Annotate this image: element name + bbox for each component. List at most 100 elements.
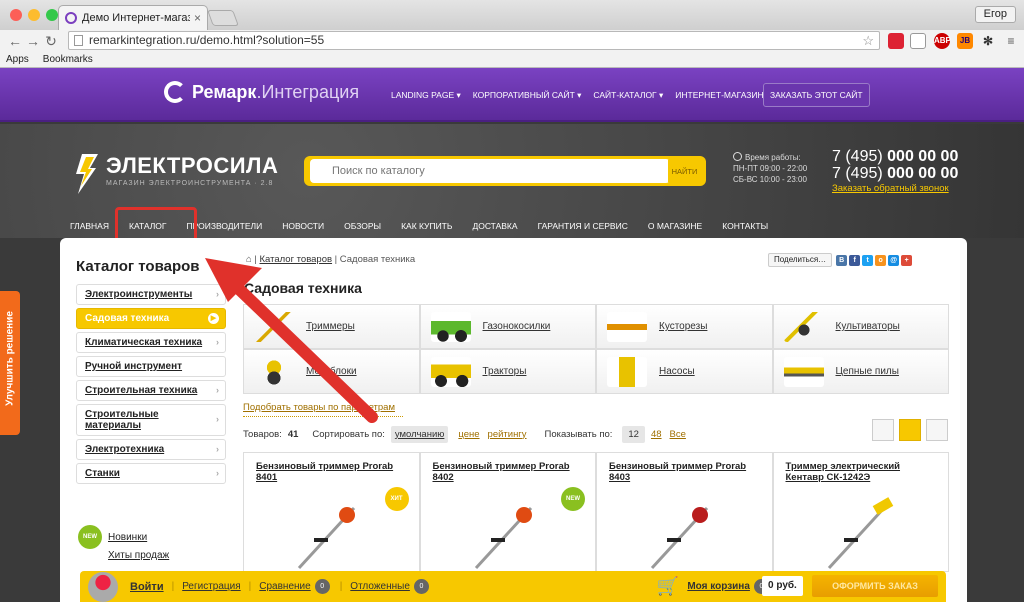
share-block: Поделиться… B f t o @ + [768, 253, 914, 267]
checkout-button[interactable]: ОФОРМИТЬ ЗАКАЗ [812, 575, 938, 597]
remark-logo-rest: .Интеграция [256, 81, 360, 102]
category-electrical[interactable]: Электротехника › [76, 439, 226, 460]
list-view-icon[interactable] [872, 419, 894, 441]
twitter-icon[interactable]: t [862, 254, 874, 266]
filter-divider [243, 416, 403, 417]
subcategory-hedge-trimmers[interactable]: Кусторезы [596, 304, 773, 349]
nav-reviews[interactable]: ОБЗОРЫ [344, 221, 381, 231]
nav-how-to-buy[interactable]: КАК КУПИТЬ [401, 221, 452, 231]
store-name: ЭЛЕКТРОСИЛА [106, 153, 279, 178]
googleplus-icon[interactable]: + [901, 254, 913, 266]
browser-tab[interactable]: Демо Интернет-магазин × [58, 5, 208, 30]
jetbrains-icon[interactable]: JB [957, 33, 973, 49]
product-card[interactable]: Бензиновый триммер Prorab 8402 NEW [419, 452, 596, 572]
nav-about[interactable]: О МАГАЗИНЕ [648, 221, 702, 231]
chevron-right-icon: › [216, 288, 219, 299]
vk-icon[interactable]: B [836, 254, 848, 266]
nav-delivery[interactable]: ДОСТАВКА [472, 221, 517, 231]
table-view-icon[interactable] [926, 419, 948, 441]
forward-icon[interactable]: → [24, 33, 42, 49]
breadcrumb-catalog[interactable]: Каталог товаров [260, 254, 333, 265]
menu-icon[interactable]: ≡ [1003, 33, 1019, 49]
improve-solution-tab[interactable]: Улучшить решение [0, 291, 20, 435]
facebook-icon[interactable]: f [849, 254, 861, 266]
category-hand-tools[interactable]: Ручной инструмент [76, 356, 226, 377]
product-name[interactable]: Бензиновый триммер Prorab 8403 [609, 461, 746, 483]
product-card[interactable]: Бензиновый триммер Prorab 8403 [596, 452, 773, 572]
subcategory-cultivators[interactable]: Культиваторы [772, 304, 949, 349]
page-size-all[interactable]: Все [670, 429, 686, 440]
remark-nav-corporate[interactable]: КОРПОРАТИВНЫЙ САЙТ ▾ [473, 90, 582, 101]
remark-logo-icon [164, 81, 186, 103]
search-input[interactable] [310, 159, 670, 183]
user-profile-button[interactable]: Егор [974, 6, 1016, 23]
remark-nav-landing[interactable]: LANDING PAGE ▾ [391, 90, 461, 101]
new-items-link[interactable]: NEW Новинки [78, 525, 169, 549]
product-card[interactable]: Бензиновый триммер Prorab 8401 ХИТ [243, 452, 420, 572]
subcategory-chainsaws[interactable]: Цепные пилы [772, 349, 949, 394]
browser-tabbar: Демо Интернет-магазин × Егор [0, 0, 1024, 30]
bestsellers-link[interactable]: Хиты продаж [78, 550, 169, 561]
product-name[interactable]: Бензиновый триммер Prorab 8401 [256, 461, 393, 483]
extension-mail-icon[interactable] [910, 33, 926, 49]
remark-nav-catalog-site[interactable]: САЙТ-КАТАЛОГ ▾ [593, 90, 663, 101]
remark-nav-eshop[interactable]: ИНТЕРНЕТ-МАГАЗИН ▾ [675, 90, 770, 101]
remark-logo[interactable]: Ремарк .Интеграция [164, 81, 359, 103]
zoom-window-icon[interactable] [46, 9, 58, 21]
apps-bookmark[interactable]: Apps [6, 54, 29, 65]
reload-icon[interactable]: ↻ [42, 33, 60, 50]
category-construction-equipment[interactable]: Строительная техника › [76, 380, 226, 401]
category-garden[interactable]: Садовая техника ▶ [76, 308, 226, 329]
category-power-tools[interactable]: Электроинструменты › [76, 284, 226, 305]
subcategory-tractors[interactable]: Тракторы [419, 349, 596, 394]
lightning-bolt-icon [76, 154, 98, 194]
bug-icon[interactable]: ✻ [980, 33, 996, 49]
nav-home[interactable]: ГЛАВНАЯ [70, 221, 109, 231]
nav-contacts[interactable]: КОНТАКТЫ [722, 221, 768, 231]
deferred-link[interactable]: Отложенные [350, 581, 410, 592]
nav-news[interactable]: НОВОСТИ [282, 221, 324, 231]
subcategory-trimmers[interactable]: Триммеры [243, 304, 420, 349]
minimize-window-icon[interactable] [28, 9, 40, 21]
page-size-48[interactable]: 48 [651, 429, 662, 440]
adblock-icon[interactable]: ABP [934, 33, 951, 49]
extension-red-icon[interactable] [888, 33, 904, 49]
odnoklassniki-icon[interactable]: o [875, 254, 887, 266]
home-icon[interactable]: ⌂ [246, 254, 252, 265]
mailru-icon[interactable]: @ [888, 254, 900, 266]
bookmarks-folder[interactable]: Bookmarks [43, 54, 93, 65]
sort-default[interactable]: умолчанию [390, 425, 449, 443]
page-icon [74, 35, 83, 46]
product-name[interactable]: Триммер электрический Кентавр СК-1242Э [786, 461, 901, 483]
sort-price[interactable]: цене [458, 429, 479, 440]
subcategory-lawnmowers[interactable]: Газонокосилки [419, 304, 596, 349]
order-site-button[interactable]: ЗАКАЗАТЬ ЭТОТ САЙТ [763, 83, 870, 107]
page-size-12[interactable]: 12 [622, 425, 645, 443]
address-bar[interactable]: remarkintegration.ru/demo.html?solution=… [68, 31, 880, 50]
login-link[interactable]: Войти [130, 581, 164, 593]
grid-view-icon[interactable] [899, 419, 921, 441]
register-link[interactable]: Регистрация [182, 581, 240, 592]
subcategory-motoblocks[interactable]: Мотоблоки [243, 349, 420, 394]
cart-link[interactable]: Моя корзина [687, 581, 750, 592]
category-machines[interactable]: Станки › [76, 463, 226, 484]
product-card[interactable]: Триммер электрический Кентавр СК-1242Э [772, 452, 949, 572]
nav-manufacturers[interactable]: ПРОИЗВОДИТЕЛИ [187, 221, 263, 231]
category-climate[interactable]: Климатическая техника › [76, 332, 226, 353]
nav-warranty[interactable]: ГАРАНТИЯ И СЕРВИС [538, 221, 628, 231]
search-button[interactable]: НАЙТИ [668, 160, 701, 182]
subcategory-pumps[interactable]: Насосы [596, 349, 773, 394]
callback-link[interactable]: Заказать обратный звонок [832, 183, 958, 194]
close-tab-icon[interactable]: × [194, 11, 201, 25]
store-logo[interactable]: ЭЛЕКТРОСИЛА МАГАЗИН ЭЛЕКТРОИНСТРУМЕНТА ·… [72, 154, 278, 194]
share-button[interactable]: Поделиться… [768, 253, 833, 267]
category-construction-materials[interactable]: Строительные материалы › [76, 404, 226, 436]
close-window-icon[interactable] [10, 9, 22, 21]
compare-link[interactable]: Сравнение [259, 581, 310, 592]
product-name[interactable]: Бензиновый триммер Prorab 8402 [433, 461, 570, 483]
new-tab-button[interactable] [207, 10, 239, 26]
bookmark-star-icon[interactable]: ☆ [862, 32, 874, 49]
back-icon[interactable]: ← [6, 33, 24, 49]
sort-rating[interactable]: рейтингу [488, 429, 527, 440]
filter-link[interactable]: Подобрать товары по параметрам [243, 402, 395, 413]
